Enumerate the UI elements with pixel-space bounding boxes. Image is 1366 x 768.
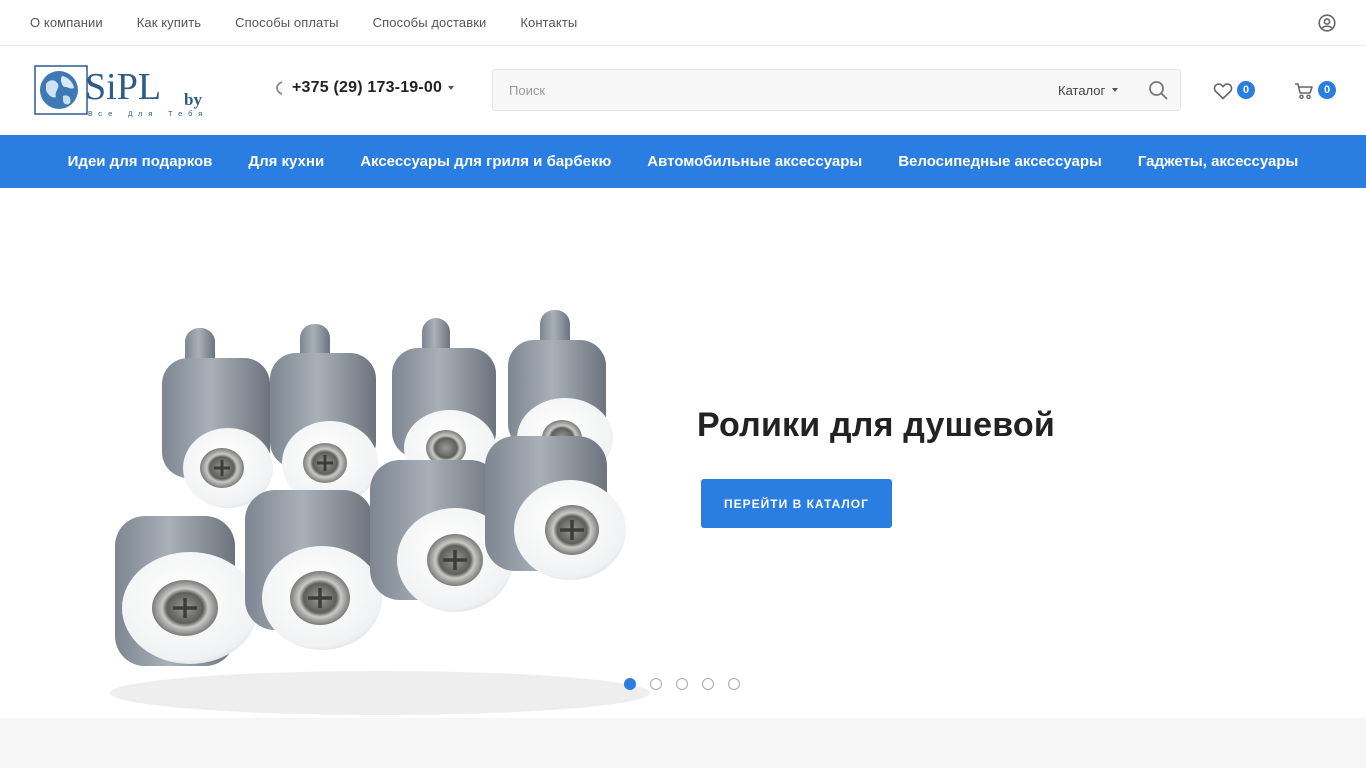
nav-item-kitchen[interactable]: Для кухни xyxy=(230,153,342,170)
link-how-to-buy[interactable]: Как купить xyxy=(137,15,201,30)
svg-text:by: by xyxy=(184,90,202,109)
site-header: SiPL by Все Для Тебя +375 (29) 173-19-00… xyxy=(0,46,1366,135)
cart-count-badge: 0 xyxy=(1318,81,1336,99)
link-about[interactable]: О компании xyxy=(30,15,103,30)
top-links: О компании Как купить Способы оплаты Спо… xyxy=(30,0,611,45)
search-input[interactable] xyxy=(493,70,1033,110)
cart-button[interactable]: 0 xyxy=(1294,81,1336,101)
nav-item-gift-ideas[interactable]: Идеи для подарков xyxy=(50,153,231,170)
next-section-background xyxy=(0,718,1366,768)
site-logo[interactable]: SiPL by Все Для Тебя xyxy=(34,64,210,120)
hero-slider: Ролики для душевой ПЕРЕЙТИ В КАТАЛОГ xyxy=(0,188,1366,718)
nav-item-grill-accessories[interactable]: Аксессуары для гриля и барбекю xyxy=(342,153,629,170)
slider-dot-5[interactable] xyxy=(728,678,740,690)
phone-dropdown-caret-icon[interactable] xyxy=(448,86,455,90)
slider-dot-2[interactable] xyxy=(650,678,662,690)
phone-icon xyxy=(276,81,283,95)
search-bar: Каталог xyxy=(492,69,1181,111)
cart-icon xyxy=(1295,83,1313,100)
svg-text:SiPL: SiPL xyxy=(85,66,161,108)
favorites-button[interactable]: 0 xyxy=(1213,81,1255,101)
search-category-select[interactable]: Каталог xyxy=(1058,70,1119,110)
hero-product-image xyxy=(110,310,650,715)
favorites-count-badge: 0 xyxy=(1237,81,1255,99)
top-info-bar: О компании Как купить Способы оплаты Спо… xyxy=(0,0,1366,46)
chevron-down-icon xyxy=(1112,88,1119,92)
search-category-label: Каталог xyxy=(1058,82,1106,98)
phone-number[interactable]: +375 (29) 173-19-00 xyxy=(292,79,442,97)
nav-item-gadgets[interactable]: Гаджеты, аксессуары xyxy=(1120,153,1317,170)
slider-pagination xyxy=(624,678,754,690)
phone-block[interactable]: +375 (29) 173-19-00 xyxy=(276,79,455,97)
slider-dot-4[interactable] xyxy=(702,678,714,690)
hero-title: Ролики для душевой xyxy=(697,406,1055,444)
slider-dot-1[interactable] xyxy=(624,678,636,690)
user-circle-icon[interactable] xyxy=(1318,14,1336,32)
link-contacts[interactable]: Контакты xyxy=(520,15,577,30)
main-category-nav: Идеи для подарков Для кухни Аксессуары д… xyxy=(0,135,1366,188)
nav-item-car-accessories[interactable]: Автомобильные аксессуары xyxy=(629,153,880,170)
svg-text:Все Для Тебя: Все Для Тебя xyxy=(88,110,208,119)
heart-icon xyxy=(1213,83,1233,100)
link-delivery-methods[interactable]: Способы доставки xyxy=(373,15,487,30)
search-icon[interactable] xyxy=(1148,80,1168,100)
link-payment-methods[interactable]: Способы оплаты xyxy=(235,15,338,30)
slider-dot-3[interactable] xyxy=(676,678,688,690)
nav-item-bike-accessories[interactable]: Велосипедные аксессуары xyxy=(880,153,1120,170)
go-to-catalog-button[interactable]: ПЕРЕЙТИ В КАТАЛОГ xyxy=(701,479,892,528)
